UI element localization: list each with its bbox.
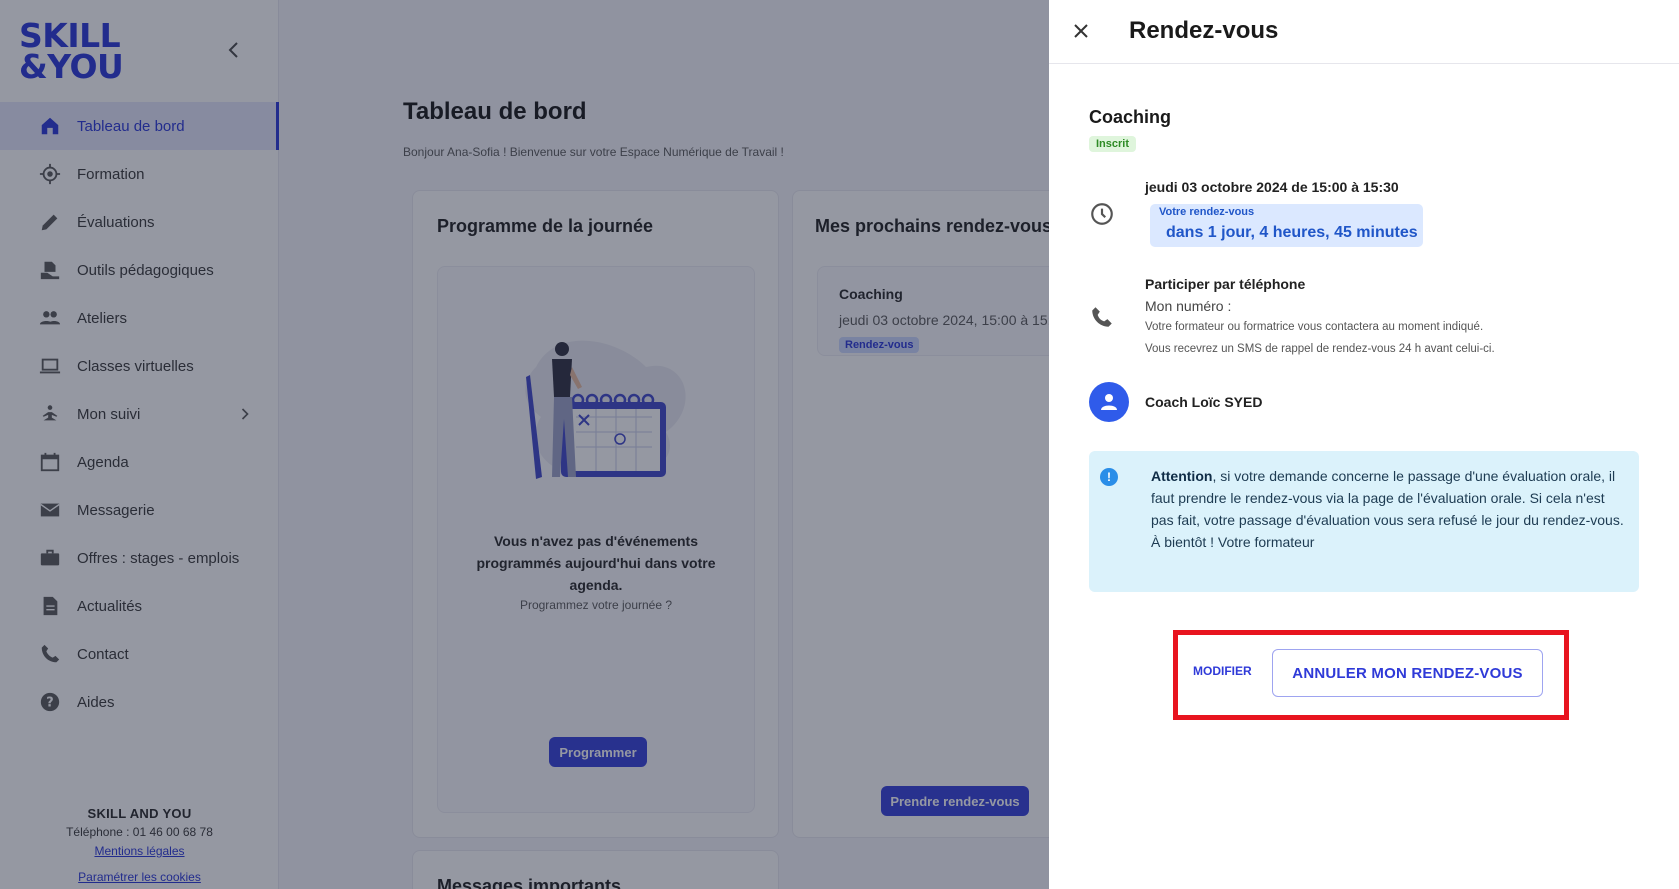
coach-name: Coach Loïc SYED xyxy=(1145,394,1263,410)
modal-backdrop[interactable] xyxy=(0,0,1049,889)
phone-info-text: Votre formateur ou formatrice vous conta… xyxy=(1145,321,1484,333)
clock-icon xyxy=(1089,201,1115,227)
alert-text: Attention, si votre demande concerne le … xyxy=(1151,465,1627,553)
phone-number-label: Mon numéro : xyxy=(1145,298,1232,314)
avatar xyxy=(1089,382,1129,422)
warning-alert: ! Attention, si votre demande concerne l… xyxy=(1089,451,1639,592)
phone-title: Participer par téléphone xyxy=(1145,276,1306,292)
status-badge: Inscrit xyxy=(1089,136,1137,152)
person-icon xyxy=(1101,394,1117,410)
countdown-label: Votre rendez-vous xyxy=(1159,206,1255,218)
info-icon: ! xyxy=(1100,468,1118,486)
alert-body: , si votre demande concerne le passage d… xyxy=(1151,468,1624,528)
phone-icon xyxy=(1089,304,1115,330)
appointment-drawer: Rendez-vous Coaching Inscrit jeudi 03 oc… xyxy=(1049,0,1679,889)
close-icon[interactable] xyxy=(1069,19,1093,43)
sms-info-text: Vous recevrez un SMS de rappel de rendez… xyxy=(1145,343,1495,355)
appointment-type: Coaching xyxy=(1089,107,1172,127)
cancel-appointment-button[interactable]: ANNULER MON RENDEZ-VOUS xyxy=(1272,649,1543,697)
drawer-title: Rendez-vous xyxy=(1129,17,1279,44)
alert-closing: À bientôt ! Votre formateur xyxy=(1151,534,1315,550)
drawer-header: Rendez-vous xyxy=(1049,0,1679,64)
modify-button[interactable]: MODIFIER xyxy=(1193,664,1252,678)
appointment-datetime: jeudi 03 octobre 2024 de 15:00 à 15:30 xyxy=(1145,179,1399,195)
alert-bold: Attention xyxy=(1151,468,1213,484)
countdown-value: dans 1 jour, 4 heures, 45 minutes xyxy=(1166,224,1418,241)
countdown-box: Votre rendez-vous dans 1 jour, 4 heures,… xyxy=(1150,204,1423,247)
